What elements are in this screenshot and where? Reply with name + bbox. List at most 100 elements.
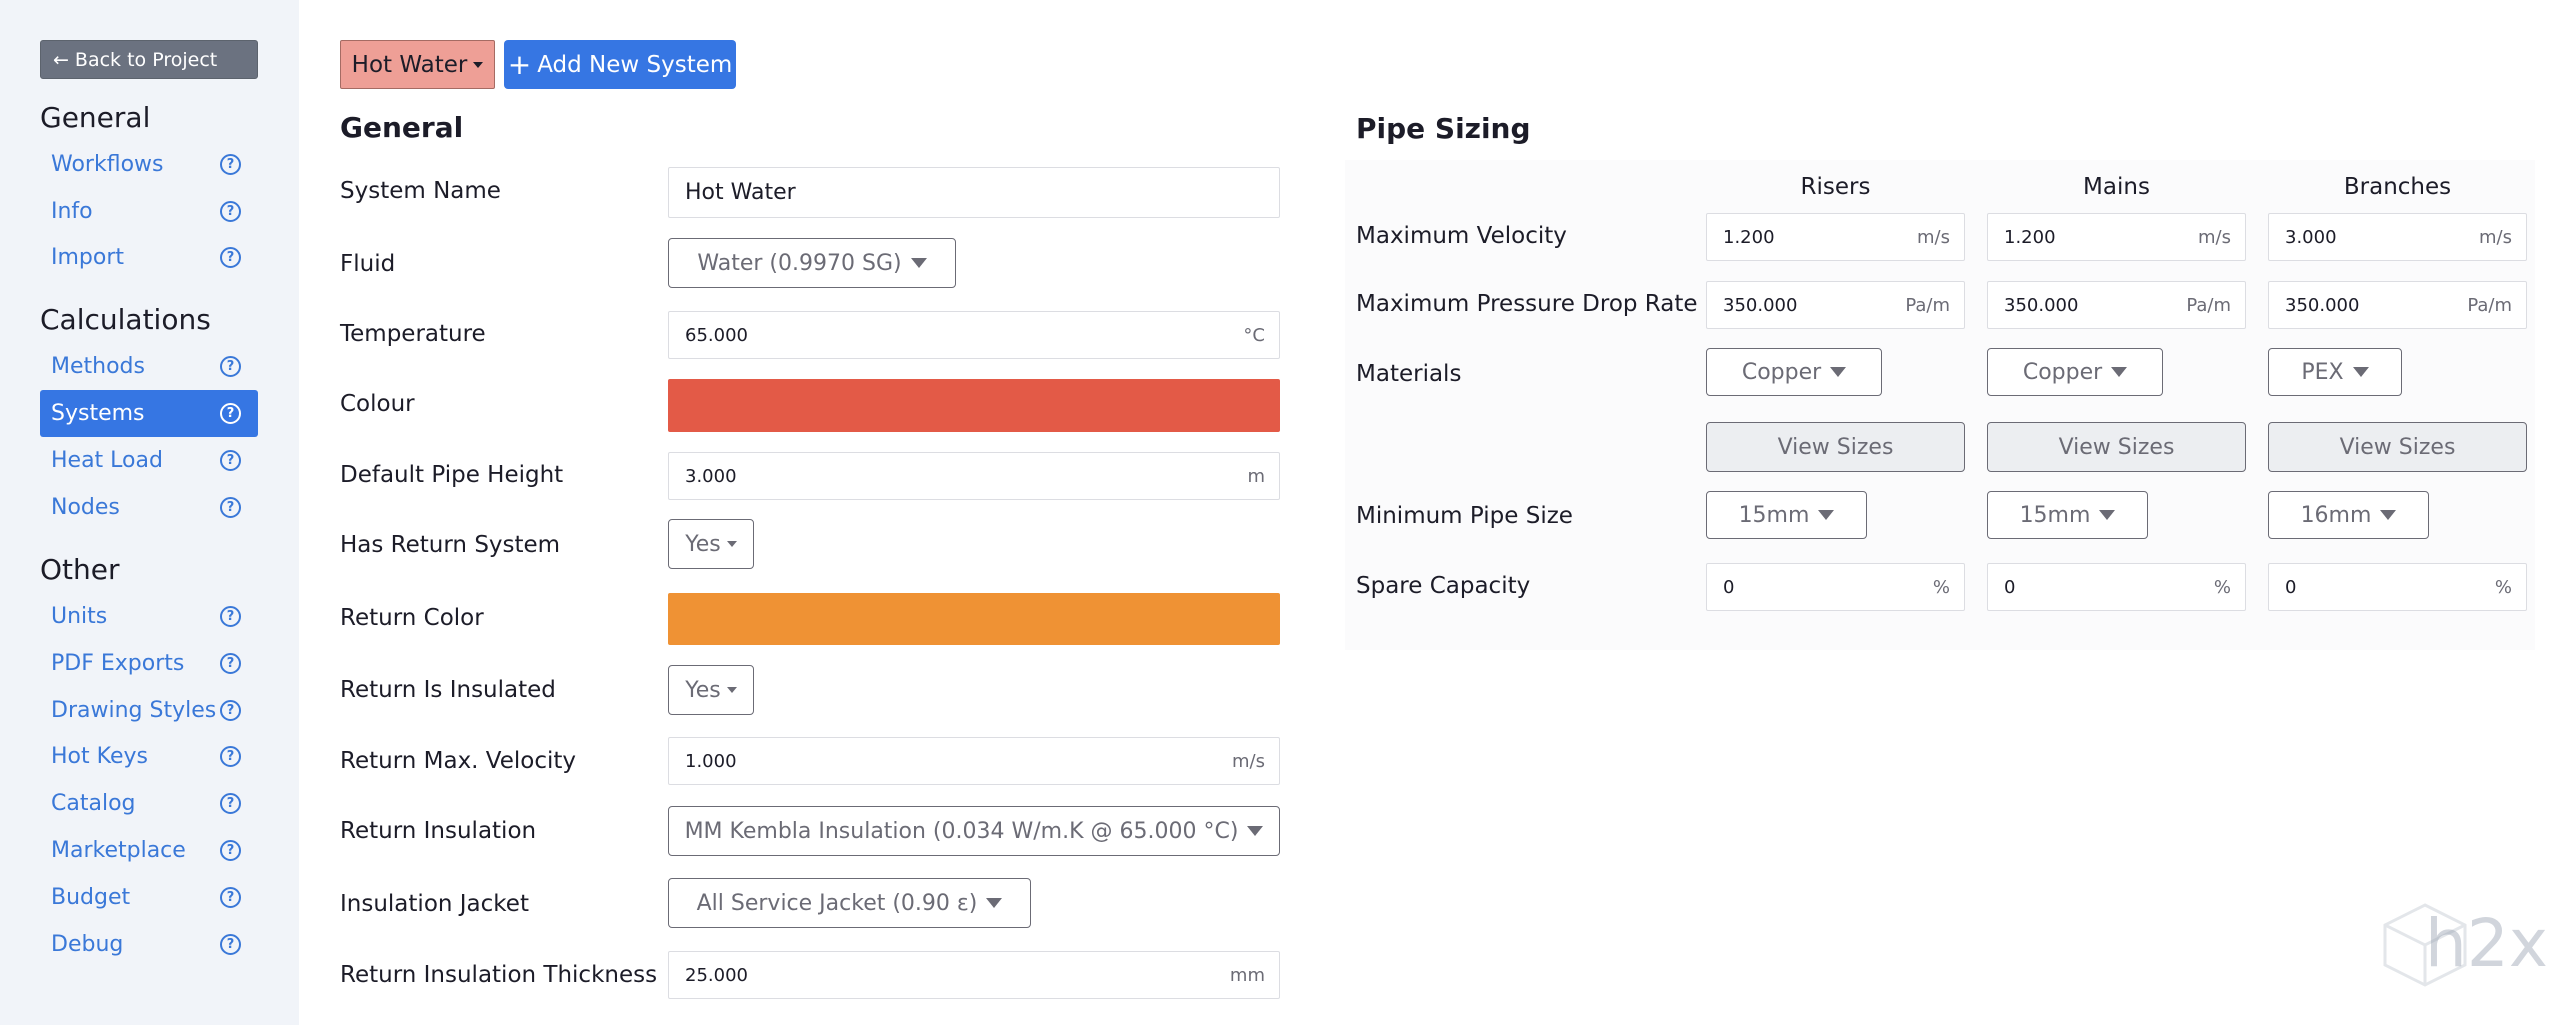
sidebar-item-import[interactable]: Import ?: [40, 234, 258, 281]
spare-capacity-risers-input[interactable]: 0 %: [1706, 563, 1965, 611]
sidebar-item-heat-load[interactable]: Heat Load ?: [40, 437, 258, 484]
insulation-jacket-dropdown[interactable]: All Service Jacket (0.90 ε): [668, 878, 1031, 928]
fluid-dropdown[interactable]: Water (0.9970 SG): [668, 238, 956, 288]
temperature-input[interactable]: 65.000 °C: [668, 311, 1280, 359]
return-color-label: Return Color: [340, 605, 484, 631]
help-icon[interactable]: ?: [220, 700, 241, 721]
input-unit: Pa/m: [1905, 294, 1950, 316]
sidebar-item-label: Debug: [51, 932, 124, 957]
colour-swatch[interactable]: [668, 379, 1280, 432]
return-velocity-input[interactable]: 1.000 m/s: [668, 737, 1280, 785]
has-return-dropdown[interactable]: Yes: [668, 519, 754, 569]
caret-down-icon: [2352, 367, 2369, 377]
column-header-branches: Branches: [2343, 174, 2452, 200]
max-pressure-branches-input[interactable]: 350.000 Pa/m: [2268, 281, 2527, 329]
system-name-input[interactable]: Hot Water: [668, 167, 1280, 218]
insulation-jacket-value: All Service Jacket (0.90 ε): [696, 890, 978, 916]
max-velocity-mains-input[interactable]: 1.200 m/s: [1987, 213, 2246, 261]
spare-capacity-mains-input[interactable]: 0 %: [1987, 563, 2246, 611]
materials-branches-dropdown[interactable]: PEX: [2268, 348, 2402, 396]
caret-down-icon: [2111, 367, 2128, 377]
sidebar-item-pdf-exports[interactable]: PDF Exports ?: [40, 640, 258, 687]
input-unit: Pa/m: [2186, 294, 2231, 316]
help-icon[interactable]: ?: [220, 653, 241, 674]
max-velocity-branches-input[interactable]: 3.000 m/s: [2268, 213, 2527, 261]
caret-down-icon: [726, 541, 737, 547]
temperature-label: Temperature: [340, 321, 486, 347]
insulation-thickness-input[interactable]: 25.000 mm: [668, 951, 1280, 999]
min-pipe-size-label: Minimum Pipe Size: [1356, 503, 1573, 529]
temperature-unit: °C: [1243, 324, 1265, 346]
sidebar-item-systems[interactable]: Systems ?: [40, 390, 258, 437]
help-icon[interactable]: ?: [220, 746, 241, 767]
input-value: 0: [2285, 576, 2297, 598]
sidebar-item-catalog[interactable]: Catalog ?: [40, 780, 258, 827]
sidebar-item-label: Drawing Styles: [51, 698, 217, 723]
sidebar-item-workflows[interactable]: Workflows ?: [40, 141, 258, 188]
materials-mains-dropdown[interactable]: Copper: [1987, 348, 2163, 396]
help-icon[interactable]: ?: [220, 497, 241, 518]
sidebar-item-marketplace[interactable]: Marketplace ?: [40, 827, 258, 874]
sidebar-item-label: Info: [51, 199, 93, 224]
max-pressure-mains-input[interactable]: 350.000 Pa/m: [1987, 281, 2246, 329]
help-icon[interactable]: ?: [220, 201, 241, 222]
sidebar-item-nodes[interactable]: Nodes ?: [40, 484, 258, 531]
dropdown-value: 15mm: [2019, 502, 2091, 528]
pipe-height-label: Default Pipe Height: [340, 462, 564, 488]
input-value: 350.000: [2285, 294, 2360, 316]
back-to-project-button[interactable]: ← Back to Project: [40, 40, 258, 79]
help-icon[interactable]: ?: [220, 356, 241, 377]
sidebar-item-info[interactable]: Info ?: [40, 188, 258, 235]
add-new-system-button[interactable]: + Add New System: [504, 40, 736, 89]
sidebar-item-label: Units: [51, 604, 108, 629]
input-value: 350.000: [1723, 294, 1798, 316]
help-icon[interactable]: ?: [220, 887, 241, 908]
help-icon[interactable]: ?: [220, 247, 241, 268]
dropdown-value: 15mm: [1738, 502, 1810, 528]
return-color-swatch[interactable]: [668, 593, 1280, 645]
nav-heading-other: Other: [40, 553, 120, 586]
sidebar-item-label: Catalog: [51, 791, 136, 816]
view-sizes-branches-button[interactable]: View Sizes: [2268, 422, 2527, 472]
max-velocity-label: Maximum Velocity: [1356, 223, 1567, 249]
view-sizes-risers-button[interactable]: View Sizes: [1706, 422, 1965, 472]
sidebar-item-debug[interactable]: Debug ?: [40, 921, 258, 968]
max-pressure-risers-input[interactable]: 350.000 Pa/m: [1706, 281, 1965, 329]
insulation-jacket-label: Insulation Jacket: [340, 891, 529, 917]
help-icon[interactable]: ?: [220, 934, 241, 955]
sidebar-item-units[interactable]: Units ?: [40, 593, 258, 640]
help-icon[interactable]: ?: [220, 793, 241, 814]
system-select-dropdown[interactable]: Hot Water: [340, 40, 495, 89]
spare-capacity-branches-input[interactable]: 0 %: [2268, 563, 2527, 611]
return-insulated-dropdown[interactable]: Yes: [668, 665, 754, 715]
column-header-mains: Mains: [2083, 174, 2150, 200]
caret-down-icon: [473, 61, 484, 68]
sidebar-item-budget[interactable]: Budget ?: [40, 874, 258, 921]
help-icon[interactable]: ?: [220, 606, 241, 627]
help-icon[interactable]: ?: [220, 450, 241, 471]
return-insulation-dropdown[interactable]: MM Kembla Insulation (0.034 W/m.K @ 65.0…: [668, 806, 1280, 856]
sidebar-item-methods[interactable]: Methods ?: [40, 343, 258, 390]
sidebar-item-label: Systems: [51, 401, 145, 426]
sidebar-item-label: Budget: [51, 885, 131, 910]
min-pipe-size-branches-dropdown[interactable]: 16mm: [2268, 491, 2429, 539]
help-icon[interactable]: ?: [220, 840, 241, 861]
input-unit: m/s: [2479, 226, 2512, 248]
caret-down-icon: [726, 687, 737, 693]
sidebar-item-hot-keys[interactable]: Hot Keys ?: [40, 733, 258, 780]
sidebar-item-label: Heat Load: [51, 448, 163, 473]
sidebar-item-drawing-styles[interactable]: Drawing Styles ?: [40, 687, 258, 734]
materials-risers-dropdown[interactable]: Copper: [1706, 348, 1882, 396]
min-pipe-size-mains-dropdown[interactable]: 15mm: [1987, 491, 2148, 539]
max-pressure-label: Maximum Pressure Drop Rate: [1356, 291, 1698, 317]
view-sizes-mains-button[interactable]: View Sizes: [1987, 422, 2246, 472]
sidebar-item-label: PDF Exports: [51, 651, 185, 676]
max-velocity-risers-input[interactable]: 1.200 m/s: [1706, 213, 1965, 261]
temperature-value: 65.000: [685, 324, 748, 346]
help-icon[interactable]: ?: [220, 403, 241, 424]
input-unit: m/s: [1917, 226, 1950, 248]
pipe-height-input[interactable]: 3.000 m: [668, 452, 1280, 500]
min-pipe-size-risers-dropdown[interactable]: 15mm: [1706, 491, 1867, 539]
help-icon[interactable]: ?: [220, 154, 241, 175]
sidebar: ← Back to Project General Workflows ? In…: [0, 0, 299, 1025]
